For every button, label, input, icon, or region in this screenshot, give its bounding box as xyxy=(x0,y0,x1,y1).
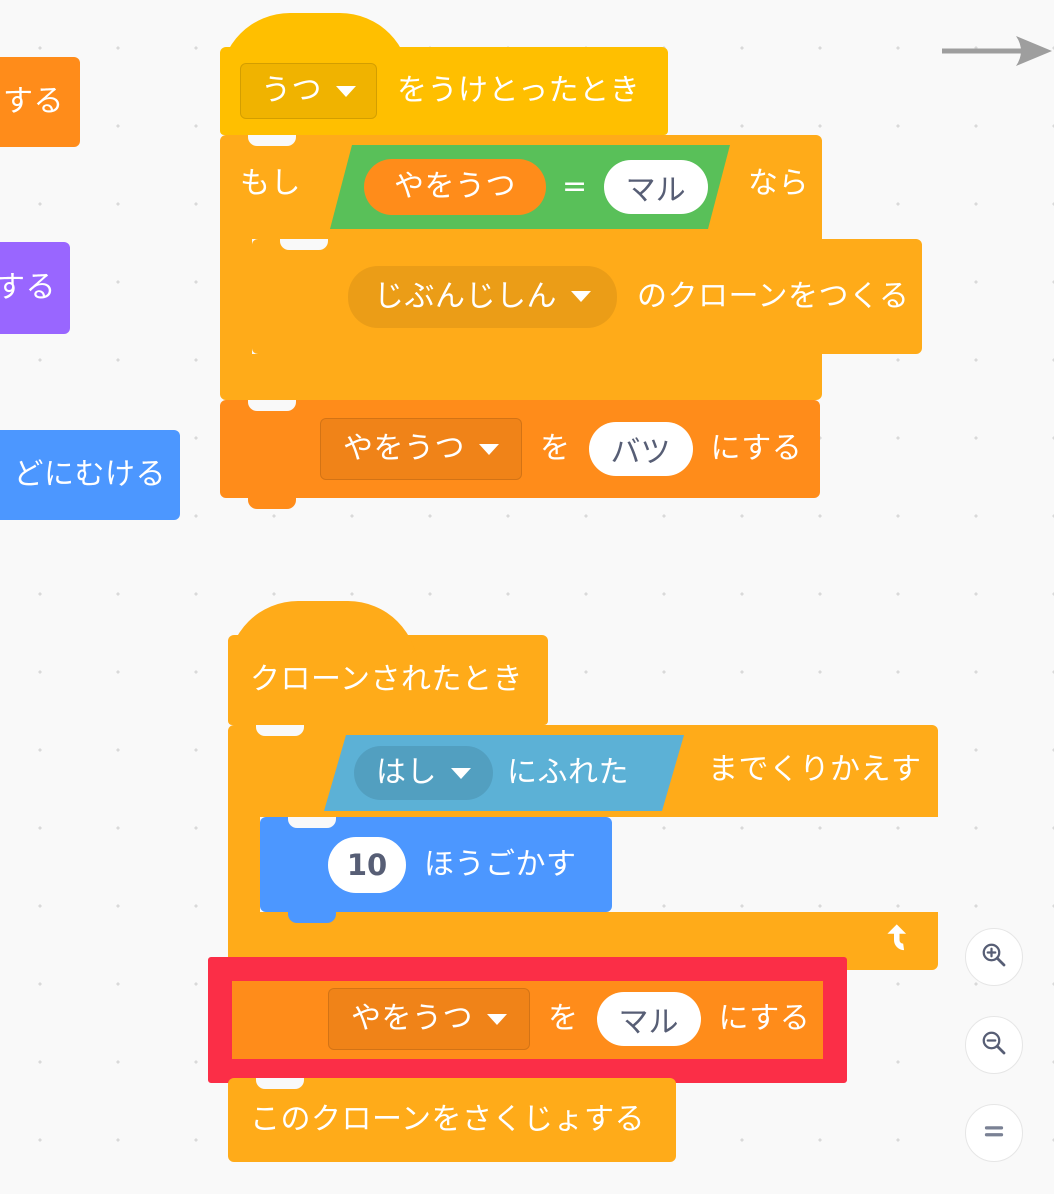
delete-clone-top-notch xyxy=(256,1078,304,1089)
message-dropdown-value: うつ xyxy=(261,73,322,108)
touching-label: にふれた xyxy=(507,755,629,790)
partial-block-blue-label: どにむける xyxy=(13,457,166,492)
highlight-rectangle-annotation xyxy=(208,957,847,1083)
clone-target-dropdown[interactable]: じぶんじしん xyxy=(348,265,617,328)
repeat-until-top-notch xyxy=(256,725,304,736)
delete-this-clone-label: このクローンをさくじょする xyxy=(250,1102,645,1137)
equals-right-input[interactable]: マル xyxy=(604,160,708,214)
repeat-until-label: までくりかえす xyxy=(708,752,922,787)
clone-target-dropdown-value: じぶんじしん xyxy=(374,278,557,314)
magnifier-minus-icon xyxy=(979,1028,1009,1062)
repeat-until-left-arm xyxy=(228,817,260,912)
touching-target-dropdown-value: はし xyxy=(376,755,437,790)
when-i-receive-label: をうけとったとき xyxy=(397,73,641,108)
chevron-down-icon xyxy=(336,85,356,97)
if-then-block[interactable]: もし やをうつ = マル なら じぶんじしん のクローンをつくる xyxy=(220,135,922,411)
if-then-bottom-bar[interactable] xyxy=(220,354,822,411)
then-keyword-label: なら xyxy=(748,166,809,201)
create-clone-block[interactable]: じぶんじしん のクローンをつくる xyxy=(252,239,922,354)
move-steps-bottom-notch xyxy=(288,911,336,923)
set-variable-dropdown-value: やをうつ xyxy=(343,431,465,466)
if-then-left-arm xyxy=(220,239,252,354)
set-variable-suffix-label: にする xyxy=(710,431,803,466)
set-variable-to-label: を xyxy=(540,431,571,466)
pointer-arrow-annotation xyxy=(940,32,1054,70)
equals-sign: = xyxy=(562,169,588,204)
equals-operator-block[interactable]: やをうつ = マル xyxy=(330,145,730,229)
touching-target-dropdown[interactable]: はし xyxy=(354,746,493,800)
set-variable-bottom-notch xyxy=(248,497,296,509)
partial-block-purple[interactable]: する xyxy=(0,242,70,334)
code-workspace-canvas[interactable]: する する どにむける うつ をうけとったとき もし やをうつ = マル なら … xyxy=(0,0,1054,1194)
move-steps-top-notch xyxy=(288,817,336,828)
loop-arrow-icon xyxy=(872,918,916,962)
zoom-reset-button[interactable] xyxy=(965,1104,1023,1162)
when-i-receive-hat-block[interactable]: うつ をうけとったとき xyxy=(220,13,668,135)
chevron-down-icon xyxy=(451,768,471,779)
create-clone-top-notch xyxy=(280,239,328,250)
variable-reporter-label: やをうつ xyxy=(394,169,516,204)
move-steps-label: ほうごかす xyxy=(424,846,577,882)
if-top-notch xyxy=(248,135,296,146)
touching-block[interactable]: はし にふれた xyxy=(324,735,684,811)
set-variable-top-notch xyxy=(248,400,296,411)
zoom-in-button[interactable] xyxy=(965,928,1023,986)
variable-reporter-yawoutsu[interactable]: やをうつ xyxy=(364,159,546,215)
equals-icon xyxy=(979,1116,1009,1150)
chevron-down-icon xyxy=(571,291,591,302)
partial-block-orange[interactable]: する xyxy=(0,57,80,147)
chevron-down-icon xyxy=(479,443,499,455)
set-variable-block-batsu[interactable]: やをうつ を バツ にする xyxy=(220,400,820,509)
create-clone-label: のクローンをつくる xyxy=(637,278,910,314)
magnifier-plus-icon xyxy=(979,940,1009,974)
zoom-out-button[interactable] xyxy=(965,1016,1023,1074)
partial-block-orange-label: する xyxy=(3,84,64,119)
move-steps-block[interactable]: 10 ほうごかす xyxy=(260,817,612,923)
if-keyword-label: もし xyxy=(240,166,301,201)
when-i-start-as-clone-hat-block[interactable]: クローンされたとき xyxy=(228,601,548,725)
set-variable-value-input[interactable]: バツ xyxy=(588,422,693,476)
when-i-start-as-clone-label: クローンされたとき xyxy=(250,662,523,697)
message-dropdown[interactable]: うつ xyxy=(240,63,377,119)
set-variable-dropdown[interactable]: やをうつ xyxy=(320,418,522,480)
partial-block-blue[interactable]: どにむける xyxy=(0,430,180,520)
move-steps-value-input[interactable]: 10 xyxy=(328,836,406,893)
delete-this-clone-block[interactable]: このクローンをさくじょする xyxy=(228,1078,676,1162)
repeat-until-block[interactable]: はし にふれた までくりかえす 10 ほうごかす xyxy=(228,725,938,981)
partial-block-purple-label: する xyxy=(0,270,56,305)
